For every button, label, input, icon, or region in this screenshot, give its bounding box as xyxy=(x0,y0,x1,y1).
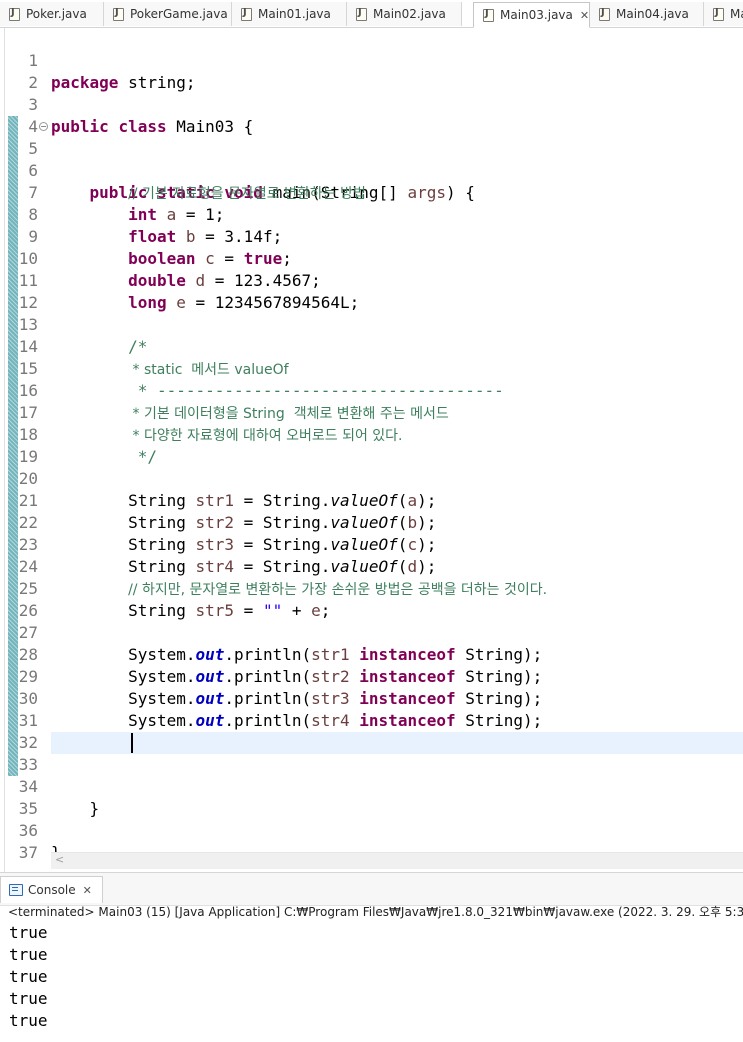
code-line: 2 xyxy=(0,50,743,92)
code-line: 16 * 기본 데이터형을 String 객체로 변환해 주는 메서드 xyxy=(0,358,743,422)
code-line: 25 String str5 = "" + e; xyxy=(0,556,743,620)
code-line: 7 int a = 1; xyxy=(0,160,743,224)
tab-main03-java[interactable]: Main03.java ✕ xyxy=(473,2,590,28)
tab-main05-java[interactable]: Ma xyxy=(704,2,743,26)
current-line-highlight[interactable]: 33 xyxy=(19,732,743,774)
tab-label: Poker.java xyxy=(26,7,87,21)
java-file-icon xyxy=(9,7,20,21)
tab-main02-java[interactable]: Main02.java xyxy=(347,2,462,26)
code-line: 15 * -----------------------------------… xyxy=(0,336,743,400)
tab-label: Ma xyxy=(730,7,743,21)
code-line: 32 xyxy=(0,710,743,752)
console-view-header: Console ✕ xyxy=(0,872,743,906)
java-file-icon xyxy=(599,7,610,21)
code-line: 29 System.out.println(str3 instanceof St… xyxy=(0,644,743,708)
code-line: 12 xyxy=(0,270,743,312)
code-line: 10 double d = 123.4567; xyxy=(0,226,743,290)
output-line: true xyxy=(9,1011,48,1030)
code-line: 22 String str3 = String.valueOf(c); xyxy=(0,490,743,554)
code-line: 30 System.out.println(str4 instanceof St… xyxy=(0,666,743,730)
console-tab-label: Console xyxy=(28,883,76,897)
java-file-icon xyxy=(356,7,367,21)
tab-label: Main02.java xyxy=(373,7,446,21)
output-line: true xyxy=(9,945,48,964)
code-line: 4 xyxy=(0,94,743,136)
line-number: 37 xyxy=(18,843,38,862)
tab-label: PokerGame.java xyxy=(130,7,228,21)
collapse-icon[interactable]: − xyxy=(39,122,48,131)
code-line: 34 } xyxy=(0,754,743,818)
console-status-line: <terminated> Main03 (15) [Java Applicati… xyxy=(8,905,743,919)
code-line: 23 String str4 = String.valueOf(d); xyxy=(0,512,743,576)
output-line: true xyxy=(9,967,48,986)
code-line: 35 xyxy=(0,776,743,818)
close-icon[interactable]: ✕ xyxy=(580,9,589,22)
code-line: 6 // 기본 자료형을 문자열로 변환하는 방법 xyxy=(0,138,743,202)
code-line: 21 String str2 = String.valueOf(b); xyxy=(0,468,743,532)
tab-pokergame-java[interactable]: PokerGame.java xyxy=(104,2,232,26)
code-line: 31 System.out.println(str5 instanceof St… xyxy=(0,688,743,752)
code-line: 24 // 하지만, 문자열로 변환하는 가장 손쉬운 방법은 공백을 더하는 … xyxy=(0,534,743,598)
editor-tab-bar: Poker.java PokerGame.java Main01.java Ma… xyxy=(0,0,743,28)
code-line: 18 */ xyxy=(0,402,743,466)
tab-label: Main04.java xyxy=(616,7,689,21)
code-line: 37 xyxy=(0,820,743,862)
text-cursor xyxy=(131,733,133,753)
code-line: 36 } xyxy=(0,798,743,862)
code-line: 20 String str1 = String.valueOf(a); xyxy=(0,446,743,510)
code-line: 17 * 다양한 자료형에 대하여 오버로드 되어 있다. xyxy=(0,380,743,444)
tab-main04-java[interactable]: Main04.java xyxy=(590,2,704,26)
close-icon[interactable]: ✕ xyxy=(83,884,92,897)
console-output[interactable]: true true true true true xyxy=(9,922,48,1032)
java-file-icon xyxy=(483,8,494,22)
code-line: 19 xyxy=(0,424,743,466)
code-line: 8 float b = 3.14f; xyxy=(0,182,743,246)
tab-label: Main03.java xyxy=(500,8,573,22)
code-line: 27 System.out.println(str1 instanceof St… xyxy=(0,600,743,664)
code-line: 9 boolean c = true; xyxy=(0,204,743,268)
code-editor[interactable]: 1 package string; 2 3 public class Main0… xyxy=(0,28,743,874)
code-line: 13 /* xyxy=(0,292,743,356)
code-line: 11 long e = 1234567894564L; xyxy=(0,248,743,312)
java-file-icon xyxy=(713,7,724,21)
console-icon xyxy=(9,884,23,896)
code-line: 3 public class Main03 { xyxy=(0,72,743,136)
tab-label: Main01.java xyxy=(258,7,331,21)
output-line: true xyxy=(9,923,48,942)
java-file-icon xyxy=(241,7,252,21)
line-number: 32 xyxy=(18,733,38,752)
code-line: 26 xyxy=(0,578,743,620)
java-file-icon xyxy=(113,7,124,21)
tab-poker-java[interactable]: Poker.java xyxy=(0,2,104,26)
code-line: 14 * static 메서드 valueOf xyxy=(0,314,743,378)
tab-console[interactable]: Console ✕ xyxy=(0,876,103,903)
output-line: true xyxy=(9,989,48,1008)
code-line: 5 − public static void main(String[] arg… xyxy=(0,116,743,202)
scroll-left-icon[interactable]: < xyxy=(55,853,64,866)
tab-main01-java[interactable]: Main01.java xyxy=(232,2,347,26)
horizontal-scrollbar[interactable]: < xyxy=(51,852,743,869)
code-line: 1 package string; xyxy=(0,28,743,92)
code-line: 28 System.out.println(str2 instanceof St… xyxy=(0,622,743,686)
